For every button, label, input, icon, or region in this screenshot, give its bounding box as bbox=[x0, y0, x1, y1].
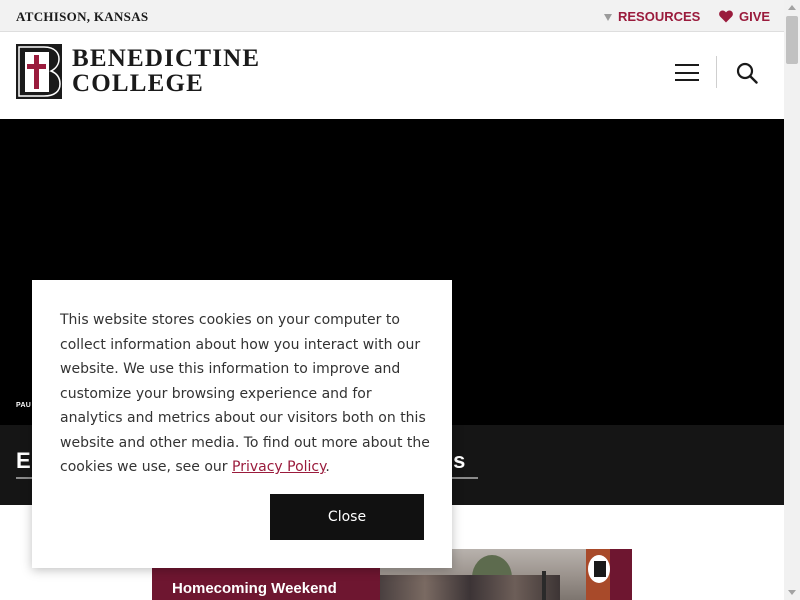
wordmark-line2: COLLEGE bbox=[72, 70, 205, 97]
hamburger-menu-icon[interactable] bbox=[675, 64, 699, 81]
scroll-down-arrow-icon[interactable] bbox=[788, 590, 796, 595]
scroll-thumb[interactable] bbox=[786, 16, 798, 64]
utility-bar: ATCHISON, KANSAS RESOURCES GIVE bbox=[0, 0, 784, 32]
site-header: BENEDICTINE COLLEGE bbox=[0, 32, 784, 119]
photo-crowd bbox=[380, 575, 560, 600]
photo-edge bbox=[610, 549, 632, 600]
search-icon[interactable] bbox=[736, 62, 758, 84]
cookie-message: This website stores cookies on your comp… bbox=[60, 308, 432, 480]
college-wordmark[interactable]: BENEDICTINE COLLEGE bbox=[72, 46, 260, 96]
cookie-close-button[interactable]: Close bbox=[270, 494, 424, 540]
headline-start: E bbox=[16, 448, 31, 473]
resources-link[interactable]: RESOURCES bbox=[604, 9, 700, 24]
photo-lamppost bbox=[542, 571, 546, 600]
page-scrollbar[interactable] bbox=[784, 0, 800, 600]
privacy-policy-link[interactable]: Privacy Policy bbox=[232, 459, 325, 475]
header-divider bbox=[716, 56, 717, 88]
promo-title: Homecoming Weekend bbox=[172, 580, 337, 597]
menu-bar bbox=[675, 71, 699, 74]
cookie-text-main: This website stores cookies on your comp… bbox=[60, 312, 430, 475]
cookie-consent-dialog: This website stores cookies on your comp… bbox=[32, 280, 452, 568]
scroll-up-arrow-icon[interactable] bbox=[788, 5, 796, 10]
triangle-down-icon bbox=[604, 13, 612, 21]
college-logo-icon[interactable] bbox=[16, 44, 62, 99]
heart-icon bbox=[719, 10, 733, 23]
location-label: ATCHISON, KANSAS bbox=[16, 9, 149, 24]
promo-badge-mark bbox=[594, 561, 606, 577]
menu-bar bbox=[675, 64, 699, 66]
cookie-text-end: . bbox=[325, 459, 330, 475]
hero-caption: PAU bbox=[16, 402, 32, 409]
give-link[interactable]: GIVE bbox=[719, 9, 770, 24]
page: ATCHISON, KANSAS RESOURCES GIVE BENEDICT… bbox=[0, 0, 800, 600]
wordmark-line1: BENEDICTINE bbox=[72, 45, 261, 72]
resources-label: RESOURCES bbox=[618, 9, 701, 24]
menu-bar bbox=[675, 79, 699, 81]
give-label: GIVE bbox=[739, 9, 771, 24]
